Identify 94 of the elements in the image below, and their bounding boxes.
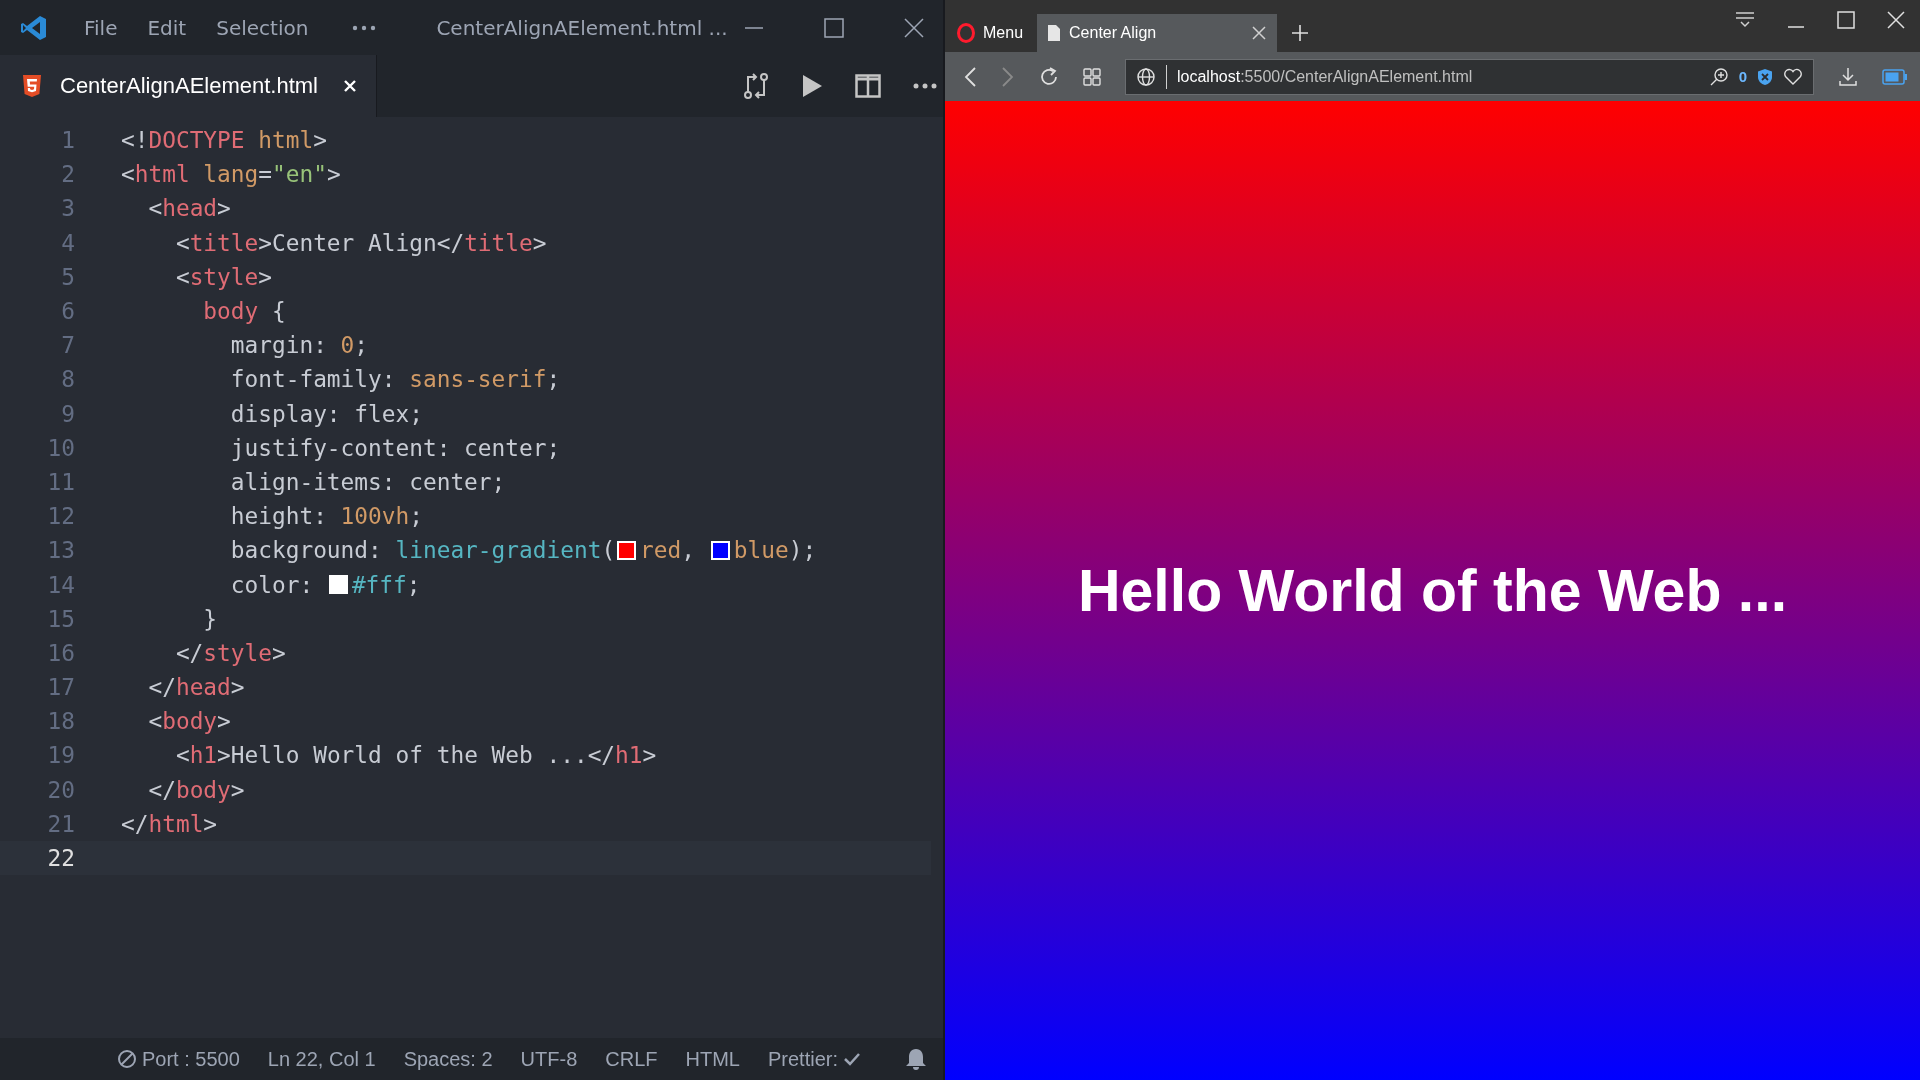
code-text: <style> [174, 263, 272, 290]
code-text: align-items: center; [229, 468, 506, 495]
vscode-logo-icon [20, 13, 48, 42]
compare-changes-icon[interactable] [743, 72, 769, 100]
tab-label: CenterAlignAElement.html [60, 73, 318, 99]
line-number: 3 [60, 195, 75, 222]
code-text: <body> [147, 708, 231, 735]
more-icon[interactable] [352, 24, 377, 31]
line-number: 2 [60, 161, 75, 188]
line-number: 8 [60, 366, 75, 393]
line-number: 21 [46, 810, 75, 837]
menu-button[interactable]: Menu [945, 14, 1038, 52]
code-text: <head> [147, 195, 231, 222]
line-number: 9 [60, 400, 75, 427]
line-number: 22 [46, 845, 75, 872]
line-number: 19 [46, 742, 75, 769]
status-item[interactable]: Ln 22, Col 1 [267, 1047, 376, 1071]
opera-logo-icon [957, 23, 975, 43]
status-item[interactable]: Port : 5500 [116, 1047, 240, 1071]
code-text: <title>Center Align</title> [174, 229, 547, 256]
bell-icon[interactable] [905, 1047, 927, 1071]
globe-icon [1136, 66, 1156, 87]
battery-icon[interactable] [1882, 68, 1908, 85]
color-swatch[interactable] [617, 540, 637, 560]
line-number: 18 [46, 708, 75, 735]
line-number: 17 [46, 674, 75, 701]
page-icon [1047, 24, 1062, 42]
line-number: 5 [60, 263, 75, 290]
status-item[interactable]: HTML [685, 1047, 740, 1071]
line-number: 12 [46, 503, 75, 530]
run-icon[interactable] [801, 74, 823, 98]
color-swatch[interactable] [710, 540, 730, 560]
line-number: 11 [46, 468, 75, 495]
code-text: #fff; [351, 571, 421, 598]
code-text: </head> [147, 674, 245, 701]
code-text: background: linear-gradient( [229, 537, 616, 564]
line-number: 20 [46, 776, 75, 803]
code-text: red, [640, 537, 697, 564]
code-text: display: flex; [229, 400, 423, 427]
url-text: localhost:5500/CenterAlignAElement.html [1177, 67, 1474, 86]
address-field[interactable]: localhost:5500/CenterAlignAElement.html 0 [1125, 58, 1814, 95]
line-number: 16 [46, 639, 75, 666]
line-number: 4 [60, 229, 75, 256]
code-text: justify-content: center; [229, 434, 561, 461]
menu-item[interactable]: Edit [147, 15, 187, 40]
code-text: </style> [174, 639, 286, 666]
new-tab-icon[interactable] [1291, 24, 1310, 42]
html5-icon [22, 74, 42, 98]
back-icon[interactable] [963, 66, 977, 87]
line-number: 1 [60, 127, 75, 154]
maximize-icon[interactable] [823, 16, 845, 39]
status-item[interactable]: UTF-8 [520, 1047, 578, 1071]
line-number: 13 [46, 537, 75, 564]
browser-tab[interactable]: Center Align [1037, 14, 1278, 52]
window-title: CenterAlignAElement.html ... [436, 15, 728, 40]
zoom-icon[interactable] [1708, 66, 1729, 87]
page-heading: Hello World of the Web ... [1077, 556, 1788, 625]
tab-label: Center Align [1069, 24, 1158, 42]
more-icon[interactable] [913, 83, 937, 89]
editor-tab[interactable]: CenterAlignAElement.html [0, 55, 377, 117]
shield-icon[interactable] [1757, 67, 1773, 86]
color-swatch[interactable] [328, 575, 348, 595]
code-text: </body> [147, 776, 245, 803]
code-text: body { [202, 298, 286, 325]
tab-menu-icon[interactable] [1734, 10, 1756, 30]
status-item[interactable]: Prettier: [767, 1047, 861, 1071]
code-text: <h1>Hello World of the Web ...</h1> [174, 742, 657, 769]
code-text: color: [229, 571, 315, 598]
code-text: } [202, 605, 218, 632]
download-icon[interactable] [1838, 66, 1858, 87]
code-text: </html> [121, 810, 218, 837]
status-item[interactable]: CRLF [605, 1047, 658, 1071]
code-text: <!DOCTYPE html> [121, 127, 327, 154]
menu-item[interactable]: File [84, 15, 118, 40]
heart-icon[interactable] [1783, 67, 1803, 86]
status-item[interactable]: Spaces: 2 [403, 1047, 493, 1071]
line-number: 10 [46, 434, 75, 461]
checkmark-icon [843, 1051, 861, 1067]
blocked-icon [116, 1049, 137, 1069]
menu-item[interactable]: Selection [216, 15, 309, 40]
line-number: 15 [46, 605, 75, 632]
close-icon[interactable] [903, 16, 925, 39]
reload-icon[interactable] [1039, 66, 1059, 87]
code-text: blue); [733, 537, 817, 564]
line-number: 14 [46, 571, 75, 598]
split-editor-icon[interactable] [855, 74, 881, 98]
blocked-count: 0 [1738, 68, 1747, 85]
code-text: height: 100vh; [229, 503, 423, 530]
code-text: <html lang="en"> [121, 161, 341, 188]
line-number: 6 [60, 298, 75, 325]
code-text: font-family: sans-serif; [229, 366, 561, 393]
grid-icon[interactable] [1083, 67, 1101, 86]
line-number: 7 [60, 332, 75, 359]
code-text: margin: 0; [229, 332, 369, 359]
